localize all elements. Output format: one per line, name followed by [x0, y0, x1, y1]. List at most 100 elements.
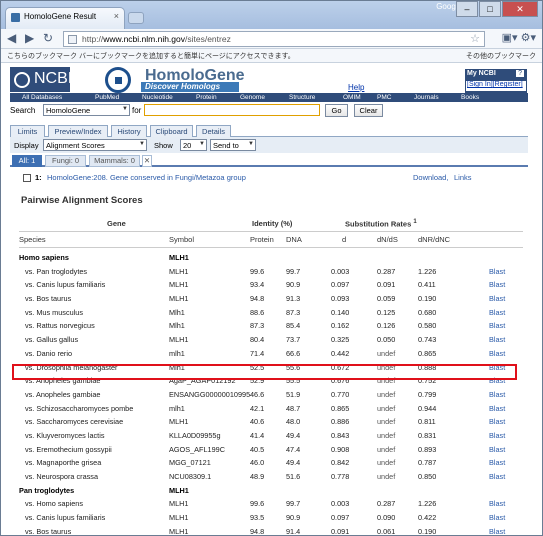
filter-settings-icon[interactable]: ✕: [142, 155, 152, 167]
display-row: Display Alignment Scores ▼ Show 20 ▼ Send …: [10, 137, 528, 153]
chevron-down-icon: ▼: [199, 141, 205, 147]
dnrdnc-cell: 1.226: [418, 499, 437, 509]
dnrdnc-cell: 0.752: [418, 376, 437, 386]
tab-details[interactable]: Details: [196, 125, 231, 137]
my-ncbi-help-icon[interactable]: ?: [516, 70, 524, 77]
help-link[interactable]: Help: [348, 83, 364, 92]
filter-tab-all[interactable]: All: 1: [12, 155, 42, 167]
nav-structure[interactable]: Structure: [289, 93, 315, 102]
other-bookmarks[interactable]: その他のブックマーク: [466, 51, 536, 61]
tab-preview-index[interactable]: Preview/Index: [48, 125, 108, 137]
tab-limits[interactable]: Limits: [10, 125, 45, 137]
maximize-button[interactable]: □: [479, 1, 501, 17]
species-cell: vs. Anopheles gambiae: [25, 376, 101, 386]
blast-link[interactable]: Blast: [489, 497, 505, 511]
dnrdnc-cell: 1.226: [418, 266, 437, 276]
species-cell: Pan troglodytes: [19, 485, 75, 495]
symbol-cell: MLH1: [169, 526, 189, 536]
blast-link[interactable]: Blast: [489, 443, 505, 457]
ncbi-logo-icon: [14, 72, 30, 88]
database-select[interactable]: HomoloGene ▼: [43, 104, 130, 116]
url-prefix: http://: [82, 34, 104, 44]
result-checkbox[interactable]: [23, 174, 31, 182]
blast-link[interactable]: Blast: [489, 429, 505, 443]
dnds-cell: 0.287: [377, 266, 396, 276]
dna-cell: 73.7: [286, 335, 301, 345]
close-window-button[interactable]: ✕: [502, 1, 538, 17]
tab-clipboard[interactable]: Clipboard: [150, 125, 193, 137]
blast-link[interactable]: Blast: [489, 470, 505, 484]
dna-cell: 99.7: [286, 499, 301, 509]
nav-pubmed[interactable]: PubMed: [95, 93, 119, 102]
nav-nucleotide[interactable]: Nucleotide: [142, 93, 173, 102]
nav-pmc[interactable]: PMC: [377, 93, 391, 102]
nav-omim[interactable]: OMIM: [343, 93, 361, 102]
nav-all-databases[interactable]: All Databases: [22, 93, 62, 102]
tab-history[interactable]: History: [111, 125, 147, 137]
blast-link[interactable]: Blast: [489, 456, 505, 470]
d-cell: 0.003: [331, 266, 350, 276]
blast-link[interactable]: Blast: [489, 525, 505, 535]
blast-link[interactable]: Blast: [489, 415, 505, 429]
header-subst-sup: 1: [413, 219, 417, 225]
symbol-cell: AgaP_AGAP012192: [169, 376, 236, 386]
homologene-logo: HomoloGene Discover Homologs: [105, 67, 245, 93]
send-to-select[interactable]: Send to ▼: [210, 139, 256, 151]
links-link[interactable]: Links: [454, 173, 472, 182]
species-cell: vs. Homo sapiens: [25, 499, 83, 509]
close-tab-icon[interactable]: ×: [114, 11, 119, 21]
address-bar[interactable]: http://www.ncbi.nlm.nih.gov/sites/entrez…: [63, 31, 485, 47]
blast-link[interactable]: Blast: [489, 511, 505, 525]
blast-link[interactable]: Blast: [489, 361, 505, 375]
species-cell: vs. Magnaporthe grisea: [25, 458, 102, 468]
browser-tab[interactable]: HomoloGene Result ×: [5, 7, 125, 29]
tab-title: HomoloGene Result: [24, 12, 97, 21]
homologene-mark-icon: [105, 67, 131, 93]
table-row: vs. Anopheles gambiae AgaP_AGAP012192 52.9…: [19, 374, 523, 388]
clear-button[interactable]: Clear: [354, 104, 383, 117]
d-cell: 0.442: [331, 348, 350, 358]
blast-link[interactable]: Blast: [489, 374, 505, 388]
page-menu-icon[interactable]: ▣▾ ⚙▾: [502, 31, 536, 44]
format-select[interactable]: Alignment Scores ▼: [43, 139, 147, 151]
minimize-button[interactable]: –: [456, 1, 478, 17]
go-button[interactable]: Go: [325, 104, 348, 117]
ncbi-logo[interactable]: NCBI: [10, 67, 72, 92]
blast-link[interactable]: Blast: [489, 402, 505, 416]
nav-books[interactable]: Books: [461, 93, 479, 102]
result-link[interactable]: HomoloGene:208. Gene conserved in Fungi/…: [47, 173, 246, 182]
group-row: Homo sapiens MLH1: [19, 251, 523, 265]
symbol-cell: mlh1: [169, 403, 185, 413]
blast-link[interactable]: Blast: [489, 347, 505, 361]
blast-link[interactable]: Blast: [489, 319, 505, 333]
register-link[interactable]: [Register]: [493, 81, 523, 88]
nav-journals[interactable]: Journals: [414, 93, 439, 102]
blast-link[interactable]: Blast: [489, 333, 505, 347]
dnrdnc-cell: 0.893: [418, 444, 437, 454]
dna-cell: 87.3: [286, 307, 301, 317]
blast-link[interactable]: Blast: [489, 278, 505, 292]
blast-link[interactable]: Blast: [489, 388, 505, 402]
sign-in-link[interactable]: [Sign In]: [467, 81, 493, 88]
blast-link[interactable]: Blast: [489, 292, 505, 306]
blast-link[interactable]: Blast: [489, 306, 505, 320]
browser-window: HomoloGene Result × Google – □ ✕ ◀ ▶ ↻ htt…: [0, 0, 543, 536]
bookmark-star-icon[interactable]: ☆: [470, 32, 480, 45]
new-tab-button[interactable]: [128, 12, 144, 24]
dna-cell: 90.9: [286, 513, 301, 523]
nav-genome[interactable]: Genome: [240, 93, 265, 102]
download-link[interactable]: Download,: [413, 173, 448, 182]
filter-tab-mammals[interactable]: Mammals: 0: [89, 155, 140, 167]
protein-cell: 99.6: [250, 266, 265, 276]
show-select[interactable]: 20 ▼: [180, 139, 207, 151]
header-dnds: dN/dS: [377, 235, 398, 244]
forward-icon[interactable]: ▶: [25, 31, 34, 45]
nav-protein[interactable]: Protein: [196, 93, 217, 102]
filter-tab-fungi[interactable]: Fungi: 0: [45, 155, 86, 167]
back-icon[interactable]: ◀: [7, 31, 16, 45]
protein-cell: 46.6: [250, 389, 265, 399]
reload-icon[interactable]: ↻: [43, 31, 53, 45]
dnrdnc-cell: 0.811: [418, 417, 436, 427]
blast-link[interactable]: Blast: [489, 265, 505, 279]
search-input[interactable]: [144, 104, 320, 116]
